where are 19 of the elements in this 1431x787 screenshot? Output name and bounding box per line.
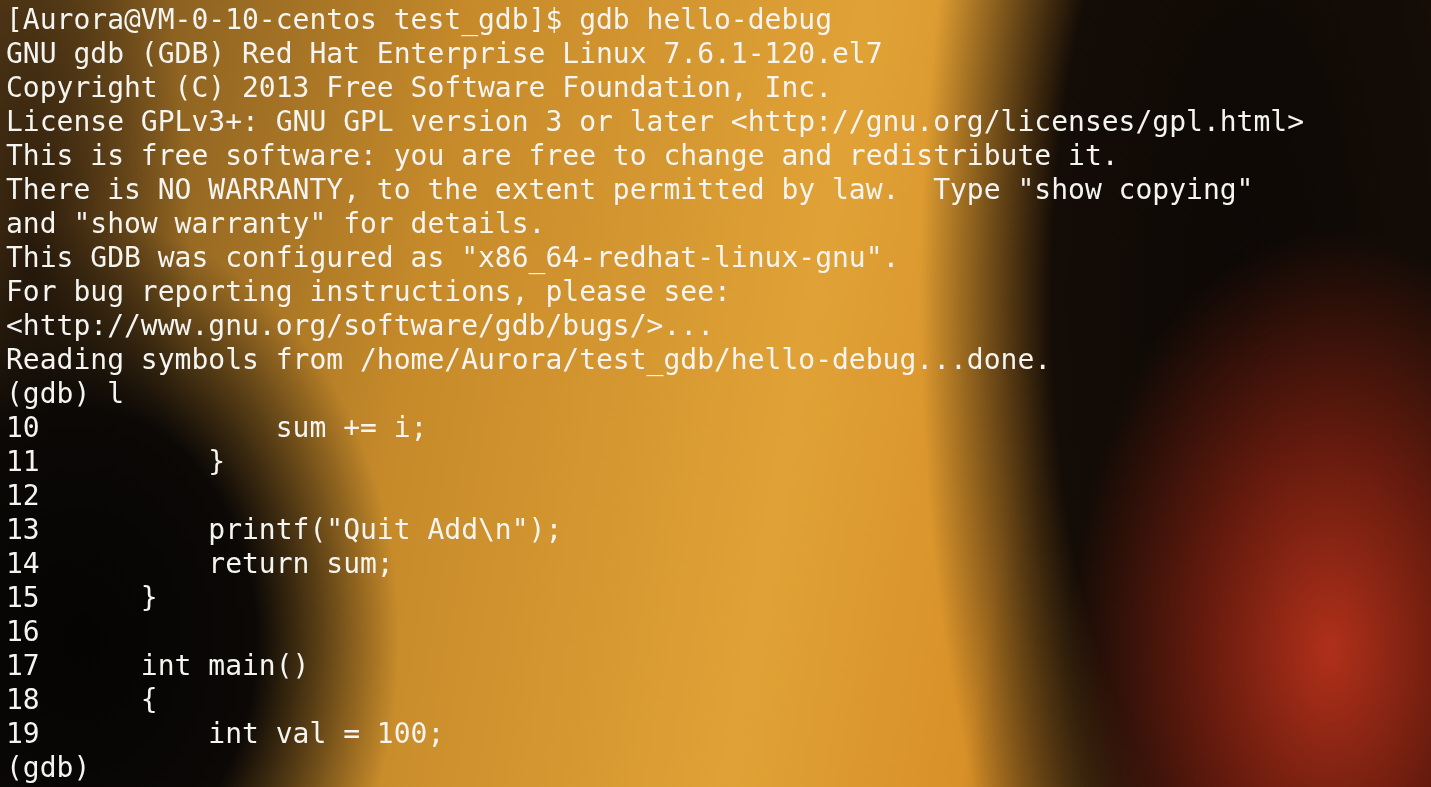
- terminal-line: [Aurora@VM-0-10-centos test_gdb]$ gdb hello-debug: [6, 3, 832, 37]
- terminal-line: 10 sum += i;: [6, 411, 428, 445]
- terminal-line: 14 return sum;: [6, 547, 394, 581]
- terminal-line: 15 }: [6, 581, 158, 615]
- terminal-line: and "show warranty" for details.: [6, 207, 546, 241]
- terminal-line: 13 printf("Quit Add\n");: [6, 513, 563, 547]
- terminal-line: There is NO WARRANTY, to the extent permitted by law. Type "show copying": [6, 173, 1254, 207]
- terminal-line: 19 int val = 100;: [6, 717, 445, 751]
- terminal-line: 18 {: [6, 683, 158, 717]
- terminal-line: Copyright (C) 2013 Free Software Foundation, Inc.: [6, 71, 832, 105]
- terminal-line: (gdb): [6, 751, 91, 785]
- terminal-line: This GDB was configured as "x86_64-redhat-linux-gnu".: [6, 241, 900, 275]
- terminal-line: GNU gdb (GDB) Red Hat Enterprise Linux 7.6.1-120.el7: [6, 37, 883, 71]
- terminal-line: For bug reporting instructions, please see:: [6, 275, 731, 309]
- terminal-line: 11 }: [6, 445, 226, 479]
- terminal-line: (gdb) l: [6, 377, 124, 411]
- terminal-line: 16: [6, 615, 40, 649]
- terminal-line: 17 int main(): [6, 649, 310, 683]
- terminal-line: 12: [6, 479, 40, 513]
